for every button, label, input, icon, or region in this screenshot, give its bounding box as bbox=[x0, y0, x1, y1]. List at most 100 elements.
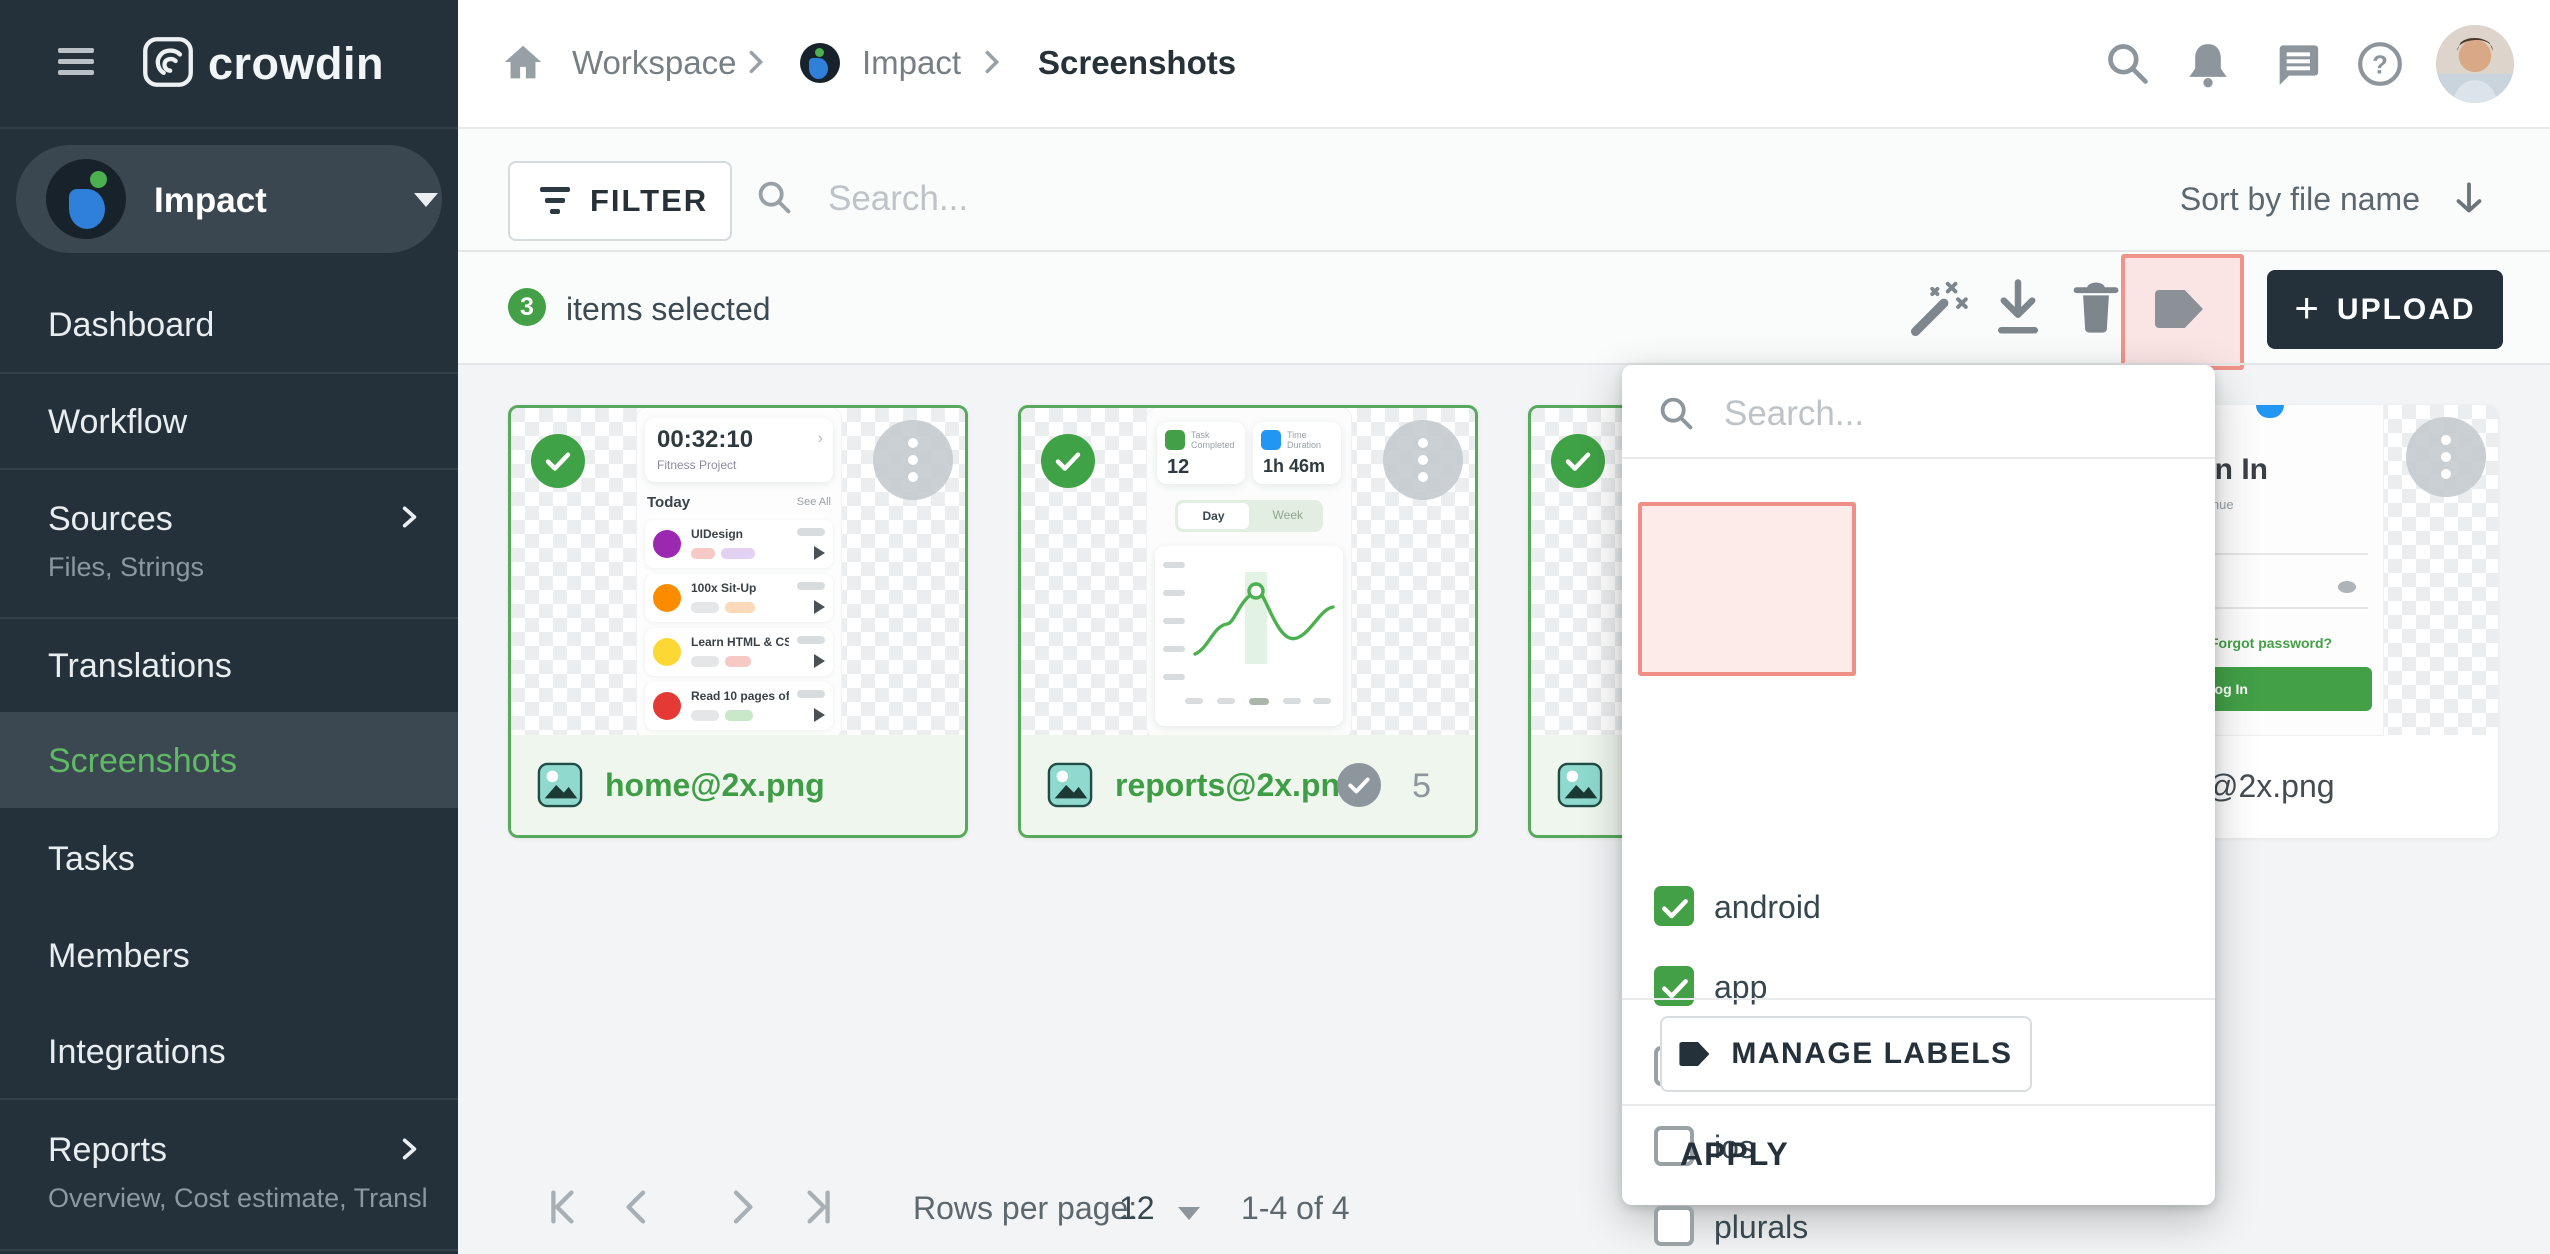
home-icon[interactable] bbox=[500, 40, 546, 86]
next-page-icon[interactable] bbox=[718, 1183, 766, 1231]
screenshot-card-home[interactable]: 00:32:10 › Fitness Project Today See All… bbox=[508, 405, 968, 838]
chevron-right-icon bbox=[742, 48, 770, 76]
manage-labels-button[interactable]: MANAGE LABELS bbox=[1660, 1016, 2032, 1092]
selected-check-icon[interactable] bbox=[1551, 434, 1605, 488]
card-footer: reports@2x.png 5 bbox=[1021, 735, 1475, 835]
label-option-android[interactable]: android bbox=[1622, 872, 2215, 944]
first-page-icon[interactable] bbox=[539, 1183, 587, 1231]
preview-forgot-link: Forgot password? bbox=[2210, 635, 2332, 651]
image-file-icon bbox=[1557, 762, 1603, 808]
page-range-label: 1-4 of 4 bbox=[1241, 1190, 1350, 1227]
sidebar-item-workflow[interactable]: Workflow bbox=[0, 374, 458, 468]
filter-button[interactable]: FILTER bbox=[508, 161, 732, 241]
user-avatar[interactable] bbox=[2436, 25, 2514, 103]
label-count-badge-icon bbox=[1337, 763, 1381, 807]
sidebar: crowdin Impact Dashboard Workflow Source… bbox=[0, 0, 458, 1254]
app-root: crowdin Impact Dashboard Workflow Source… bbox=[0, 0, 2550, 1254]
messages-chat-icon[interactable] bbox=[2268, 36, 2324, 92]
auto-tag-wand-icon[interactable] bbox=[1909, 276, 1971, 338]
search-icon bbox=[1654, 391, 1700, 437]
rows-per-page-label: Rows per page: bbox=[913, 1190, 1137, 1227]
checkbox-icon bbox=[1654, 886, 1694, 926]
chevron-down-icon bbox=[414, 193, 438, 207]
screenshot-thumbnail: 00:32:10 › Fitness Project Today See All… bbox=[511, 408, 965, 738]
password-eye-icon bbox=[2338, 581, 2356, 593]
divider bbox=[458, 363, 2550, 365]
label-search-input[interactable] bbox=[1722, 387, 2176, 441]
sidebar-item-members[interactable]: Members bbox=[0, 905, 458, 1002]
chevron-right-icon bbox=[396, 1136, 422, 1162]
previous-page-icon[interactable] bbox=[613, 1183, 661, 1231]
search-icon[interactable] bbox=[2100, 36, 2156, 92]
preview-section: Today bbox=[647, 494, 690, 511]
checkbox-icon bbox=[1654, 1206, 1694, 1246]
delete-trash-icon[interactable] bbox=[2065, 276, 2127, 338]
breadcrumb-project-avatar bbox=[800, 43, 840, 83]
card-menu-kebab-icon[interactable] bbox=[1383, 420, 1463, 500]
sidebar-item-translations[interactable]: Translations bbox=[0, 619, 458, 712]
sort-label: Sort by file name bbox=[2180, 181, 2420, 218]
breadcrumb-current: Screenshots bbox=[1038, 44, 1236, 82]
filter-icon bbox=[540, 187, 570, 214]
sidebar-item-tasks[interactable]: Tasks bbox=[0, 808, 458, 905]
help-icon[interactable]: ? bbox=[2352, 36, 2408, 92]
label-count: 5 bbox=[1412, 767, 1431, 806]
hamburger-menu-icon[interactable] bbox=[58, 48, 94, 78]
search-icon bbox=[752, 175, 798, 221]
divider bbox=[1622, 1104, 2215, 1106]
breadcrumb-workspace[interactable]: Workspace bbox=[572, 44, 736, 82]
card-menu-kebab-icon[interactable] bbox=[873, 420, 953, 500]
divider bbox=[1622, 998, 2215, 1000]
notifications-bell-icon[interactable] bbox=[2180, 36, 2236, 92]
svg-text:?: ? bbox=[2372, 51, 2388, 79]
selected-check-icon[interactable] bbox=[1041, 434, 1095, 488]
arrow-down-icon bbox=[2448, 178, 2490, 220]
selected-check-icon[interactable] bbox=[531, 434, 585, 488]
chevron-right-icon bbox=[978, 48, 1006, 76]
sort-control[interactable]: Sort by file name bbox=[2180, 178, 2490, 220]
apply-button[interactable]: APPLY bbox=[1680, 1136, 1789, 1173]
selected-labels-highlight bbox=[1638, 502, 1856, 676]
label-tag-icon[interactable] bbox=[2155, 290, 2203, 328]
sidebar-item-dashboard[interactable]: Dashboard bbox=[0, 278, 458, 372]
sidebar-item-screenshots[interactable]: Screenshots bbox=[0, 712, 458, 808]
preview-timer: 00:32:10 bbox=[657, 426, 753, 454]
card-footer: home@2x.png bbox=[511, 735, 965, 835]
sidebar-item-integrations[interactable]: Integrations bbox=[0, 1002, 458, 1098]
selected-count-badge: 3 bbox=[508, 288, 546, 326]
project-name: Impact bbox=[154, 181, 267, 221]
file-name: @2x.png bbox=[2206, 768, 2335, 805]
file-name: home@2x.png bbox=[605, 767, 825, 804]
preview-logo bbox=[2256, 405, 2284, 418]
file-name: reports@2x.png bbox=[1115, 767, 1360, 804]
rows-per-page-value[interactable]: 12 bbox=[1119, 1190, 1155, 1227]
preview-see-all: See All bbox=[797, 496, 831, 508]
project-switcher[interactable]: Impact bbox=[16, 145, 442, 253]
sidebar-item-reports[interactable]: Reports Overview, Cost estimate, Transl… bbox=[0, 1100, 458, 1248]
last-page-icon[interactable] bbox=[794, 1183, 842, 1231]
divider bbox=[1622, 457, 2215, 459]
top-header bbox=[458, 0, 2550, 129]
rows-per-page-caret-icon[interactable] bbox=[1178, 1207, 1200, 1220]
crowdin-wordmark: crowdin bbox=[208, 38, 384, 90]
selected-count-label: items selected bbox=[566, 291, 771, 328]
upload-button[interactable]: + UPLOAD bbox=[2267, 270, 2503, 349]
breadcrumb-project[interactable]: Impact bbox=[862, 44, 961, 82]
screenshot-thumbnail: Task Completed 12 Time Duration 1h 46m D… bbox=[1021, 408, 1475, 738]
label-option-plurals[interactable]: plurals bbox=[1622, 1192, 2215, 1254]
sidebar-item-sources[interactable]: Sources Files, Strings bbox=[0, 470, 458, 617]
toolbar-search-input[interactable] bbox=[826, 170, 1530, 228]
project-avatar bbox=[46, 159, 126, 239]
plus-icon: + bbox=[2294, 287, 2319, 329]
card-menu-kebab-icon[interactable] bbox=[2406, 417, 2486, 497]
label-tag-icon bbox=[1679, 1042, 1709, 1066]
divider bbox=[0, 1249, 458, 1251]
preview-line-chart bbox=[1189, 554, 1339, 684]
download-icon[interactable] bbox=[1987, 276, 2049, 338]
chevron-right-icon bbox=[396, 504, 422, 530]
label-option-app[interactable]: app bbox=[1622, 952, 2215, 1024]
preview-project: Fitness Project bbox=[657, 458, 736, 472]
image-file-icon bbox=[537, 762, 583, 808]
screenshot-card-reports[interactable]: Task Completed 12 Time Duration 1h 46m D… bbox=[1018, 405, 1478, 838]
crowdin-logo-icon[interactable] bbox=[142, 36, 194, 93]
